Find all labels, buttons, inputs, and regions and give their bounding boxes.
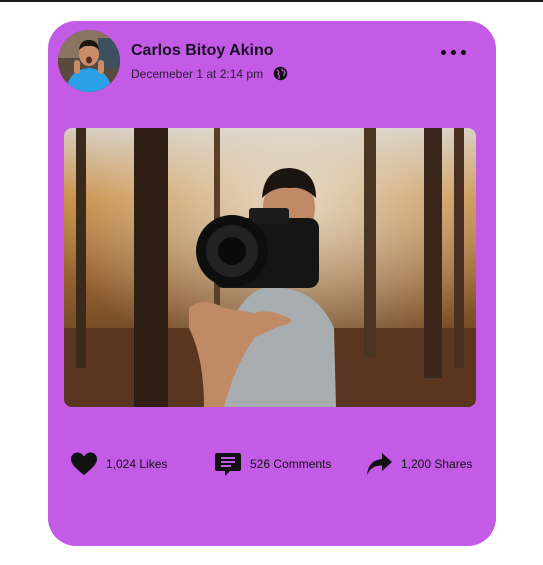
post-meta: Decemeber 1 at 2:14 pm (131, 66, 288, 81)
heart-icon (71, 452, 97, 475)
comments-count: 526 Comments (250, 457, 332, 471)
author-name[interactable]: Carlos Bitoy Akino (131, 42, 274, 60)
post-card: Carlos Bitoy Akino Decemeber 1 at 2:14 p… (48, 21, 496, 546)
share-button[interactable]: 1,200 Shares (365, 451, 472, 477)
post-timestamp: Decemeber 1 at 2:14 pm (131, 66, 264, 81)
shares-count: 1,200 Shares (401, 457, 473, 471)
more-dots-icon (441, 50, 446, 55)
post-photo[interactable] (64, 128, 476, 407)
comment-icon (215, 453, 241, 476)
share-icon (367, 453, 392, 475)
comment-button[interactable]: 526 Comments (214, 451, 331, 477)
likes-count: 1,024 Likes (106, 457, 168, 471)
more-options-button[interactable] (441, 46, 466, 59)
top-divider (0, 0, 543, 2)
like-button[interactable]: 1,024 Likes (70, 451, 167, 477)
globe-icon[interactable] (273, 66, 288, 81)
avatar[interactable] (58, 30, 120, 92)
